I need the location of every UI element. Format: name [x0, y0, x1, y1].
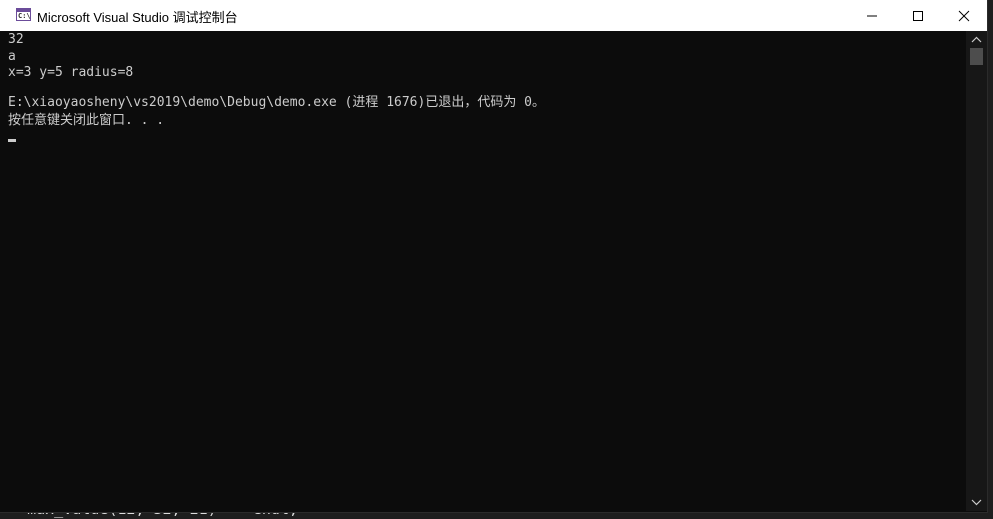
close-button[interactable] [941, 0, 987, 31]
console-line: x=3 y=5 radius=8 [8, 65, 134, 80]
chevron-down-icon [971, 499, 982, 506]
console-line: a [8, 49, 16, 64]
console-line: E:\xiaoyaosheny\vs2019\demo\Debug\demo.e… [8, 95, 545, 110]
maximize-icon [913, 11, 923, 21]
scroll-up-button[interactable] [966, 31, 987, 48]
minimize-button[interactable] [849, 0, 895, 31]
scrollbar-thumb[interactable] [970, 48, 983, 65]
close-icon [958, 10, 970, 22]
scroll-down-button[interactable] [966, 494, 987, 511]
minimize-icon [867, 15, 877, 17]
debug-console-window[interactable]: C:\ Microsoft Visual Studio 调试控制台 32 a x… [0, 0, 988, 513]
chevron-up-icon [971, 36, 982, 43]
title-bar[interactable]: C:\ Microsoft Visual Studio 调试控制台 [0, 0, 987, 31]
console-line: 按任意键关闭此窗口. . . [8, 113, 165, 128]
text-cursor [8, 139, 16, 142]
window-title: Microsoft Visual Studio 调试控制台 [37, 10, 238, 25]
vertical-scrollbar[interactable] [966, 31, 987, 511]
console-app-icon-glyph: C:\ [18, 12, 31, 20]
console-app-icon: C:\ [16, 8, 31, 21]
maximize-button[interactable] [895, 0, 941, 31]
console-line: 32 [8, 32, 24, 47]
console-output[interactable]: 32 a x=3 y=5 radius=8 E:\xiaoyaosheny\vs… [0, 31, 966, 511]
